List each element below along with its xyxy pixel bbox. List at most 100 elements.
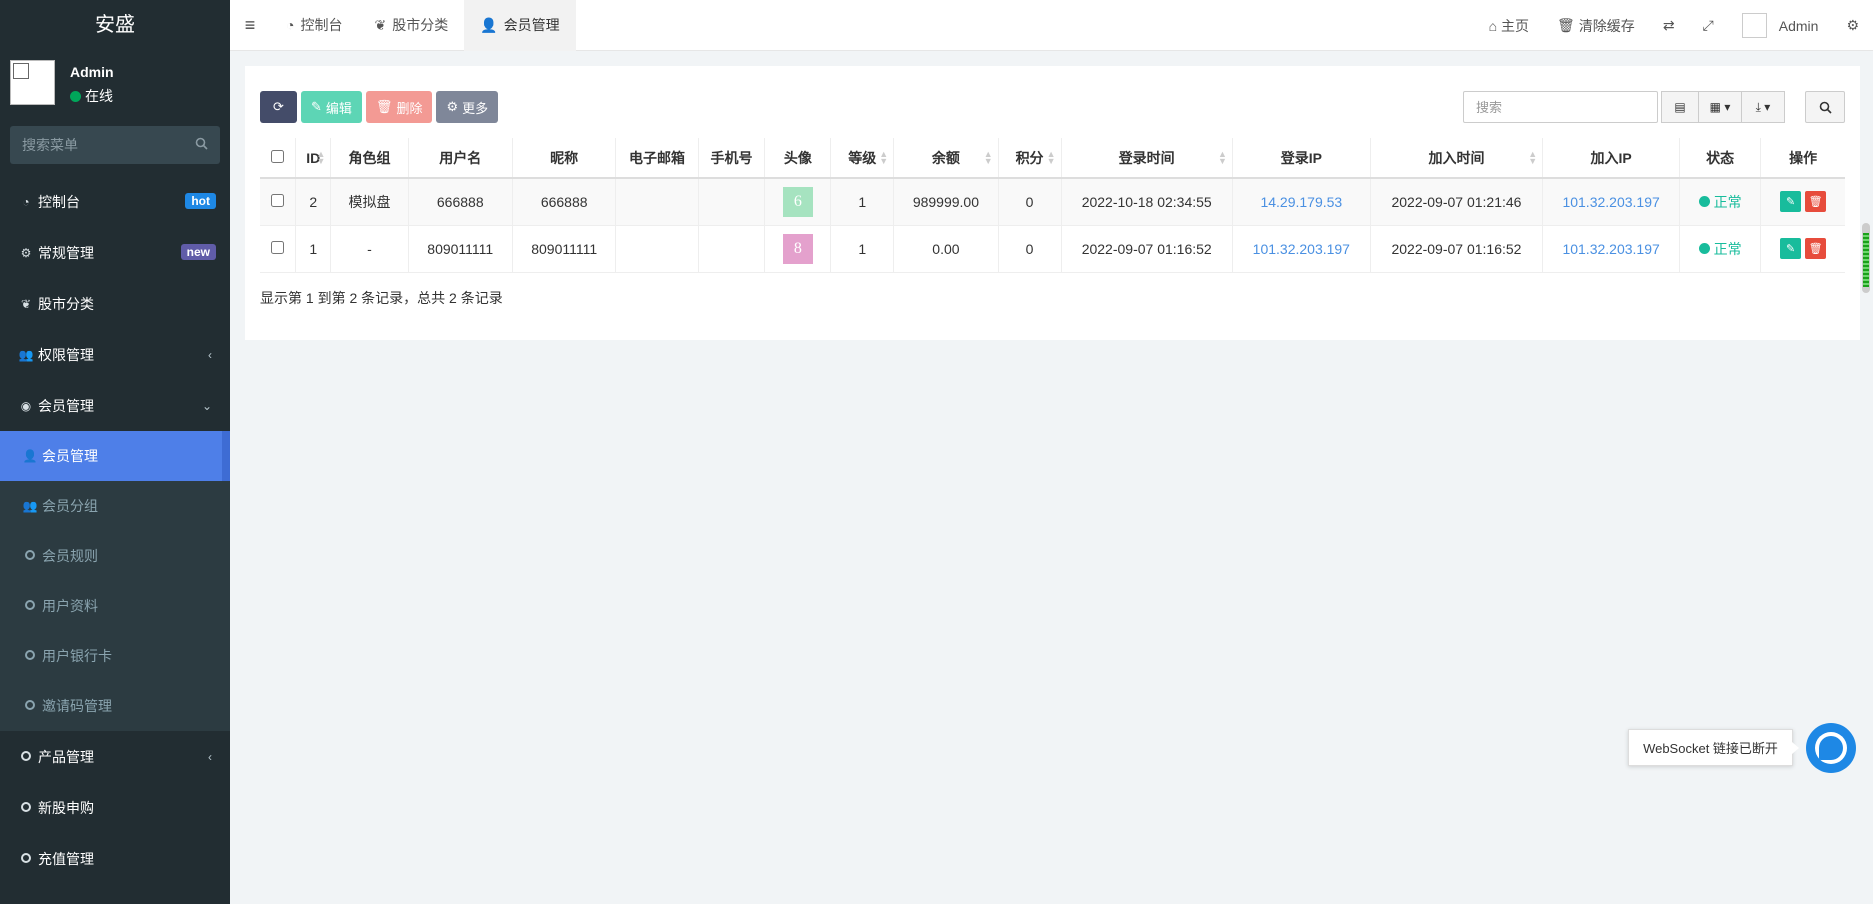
- cell-score: 0: [998, 225, 1062, 273]
- sidebar-item-product[interactable]: 产品管理 ‹: [0, 731, 230, 782]
- chevron-left-icon: ‹: [208, 347, 212, 362]
- user-status: 在线: [70, 86, 113, 106]
- col-header[interactable]: 等级 ▲ ▼: [830, 138, 895, 179]
- refresh-button[interactable]: ⟳: [260, 91, 297, 123]
- select-all-cell: [260, 138, 296, 179]
- status-dot-icon: [1698, 243, 1710, 254]
- export-icon[interactable]: ⤓ ▾: [1741, 91, 1785, 123]
- tab-dashboard[interactable]: ◔ 控制台: [270, 0, 358, 51]
- circle-icon: [18, 852, 34, 866]
- cell-avatar: 8: [764, 225, 832, 273]
- joinip-link[interactable]: 101.32.203.197: [1562, 194, 1659, 210]
- table-search-input[interactable]: [1476, 99, 1645, 115]
- table-search: [1463, 91, 1658, 123]
- sidebar-item-user-profile[interactable]: 用户资料: [0, 581, 230, 631]
- col-header: 加入IP: [1542, 138, 1681, 179]
- sidebar-search-input[interactable]: [22, 137, 172, 153]
- row-checkbox[interactable]: [270, 240, 284, 254]
- status-dot-icon: [1698, 196, 1710, 208]
- columns-icon[interactable]: ▦ ▾: [1698, 91, 1742, 123]
- sidebar-item-member-manage[interactable]: 👤 会员管理: [0, 431, 230, 481]
- avatar[interactable]: 8: [782, 233, 813, 264]
- clear-cache-button[interactable]: 🗑 清除缓存: [1543, 0, 1649, 51]
- sidebar-item-label: 常规管理: [38, 244, 94, 261]
- sidebar-item-user-bankcard[interactable]: 用户银行卡: [0, 631, 230, 681]
- trash-icon: 🗑: [1557, 17, 1575, 33]
- sidebar-item-dashboard[interactable]: ◔ 控制台 hot: [0, 176, 230, 227]
- clear-cache-label: 清除缓存: [1578, 17, 1635, 34]
- tab-label: 控制台: [300, 17, 343, 33]
- cell-logintime: 2022-09-07 01:16:52: [1061, 225, 1233, 273]
- page-scrollbar[interactable]: [1862, 223, 1870, 293]
- table-row[interactable]: 2 模拟盘 666888 666888 6 1 989999.00 0 2022…: [260, 178, 1845, 226]
- avatar: [1741, 13, 1767, 38]
- sidebar-item-member-rule[interactable]: 会员规则: [0, 531, 230, 581]
- top-header: ≡ ◔ 控制台 ❦ 股市分类 👤 会员管理 ⌂ 主页 🗑 清除缓存 ⇄ ⤢ Ad…: [230, 0, 1873, 51]
- cell-username: 666888: [408, 178, 513, 226]
- pagination-info: 显示第 1 到第 2 条记录，总共 2 条记录: [260, 290, 503, 306]
- more-button[interactable]: ⚙ 更多: [436, 91, 499, 123]
- toggle-search-icon[interactable]: [1805, 91, 1845, 123]
- select-all-checkbox[interactable]: [270, 149, 284, 163]
- fullscreen-icon[interactable]: ⤢: [1689, 0, 1728, 51]
- admin-menu[interactable]: Admin: [1728, 0, 1833, 51]
- cell-nickname: 666888: [512, 178, 617, 226]
- cell-score: 0: [998, 178, 1062, 226]
- sidebar-item-label: 权限管理: [38, 346, 94, 363]
- delete-button[interactable]: 🗑 删除: [365, 91, 433, 123]
- row-select-cell: [260, 178, 296, 226]
- menu-toggle-icon[interactable]: ≡: [230, 15, 270, 36]
- sidebar-item-label: 股市分类: [38, 295, 94, 312]
- sidebar-item-auth[interactable]: 👥 权限管理 ‹: [0, 329, 230, 380]
- commonsearch-icon[interactable]: ▤: [1661, 91, 1699, 123]
- circle-icon: [18, 801, 34, 815]
- chevron-down-icon: ⌄: [201, 398, 212, 413]
- app-logo[interactable]: 安盛: [0, 0, 230, 50]
- settings-icon[interactable]: ⚙: [1832, 0, 1873, 51]
- loginip-link[interactable]: 101.32.203.197: [1253, 241, 1350, 257]
- col-header[interactable]: 积分 ▲ ▼: [998, 138, 1062, 179]
- col-header[interactable]: ID ▲ ▼: [295, 138, 332, 179]
- header-right: ⌂ 主页 🗑 清除缓存 ⇄ ⤢ Admin ⚙: [1475, 0, 1873, 51]
- cell-jointime: 2022-09-07 01:16:52: [1370, 225, 1544, 273]
- row-edit-button[interactable]: ✎: [1780, 191, 1802, 213]
- joinip-link[interactable]: 101.32.203.197: [1562, 241, 1659, 257]
- table-header-row: ID ▲ ▼ 角色组 用户名 昵称 电子邮箱 手机号 头像 等级 ▲ ▼ 余额 ▲ ▼ 积分…: [260, 138, 1845, 179]
- col-header[interactable]: 登录时间 ▲ ▼: [1061, 138, 1233, 179]
- language-icon[interactable]: ⇄: [1649, 0, 1689, 51]
- row-checkbox[interactable]: [270, 193, 284, 207]
- col-header[interactable]: 余额 ▲ ▼: [893, 138, 999, 179]
- sidebar-item-member[interactable]: ◉ 会员管理 ⌄: [0, 380, 230, 431]
- user-icon: 👤: [480, 16, 498, 33]
- sidebar-item-general[interactable]: ⚙ 常规管理 new: [0, 227, 230, 278]
- toolbar: ⟳ ✎ 编辑 🗑 删除 ⚙ 更多: [260, 91, 499, 123]
- loginip-link[interactable]: 14.29.179.53: [1260, 194, 1342, 210]
- edit-button[interactable]: ✎ 编辑: [301, 91, 362, 123]
- tab-label: 会员管理: [503, 17, 560, 33]
- col-header: 角色组: [330, 138, 409, 179]
- sidebar-item-invite-code[interactable]: 邀请码管理: [0, 681, 230, 731]
- cell-logintime: 2022-10-18 02:34:55: [1061, 178, 1233, 226]
- hot-badge: hot: [185, 193, 216, 209]
- search-icon[interactable]: [195, 137, 208, 153]
- tab-stock-category[interactable]: ❦ 股市分类: [358, 0, 464, 51]
- col-header[interactable]: 加入时间 ▲ ▼: [1370, 138, 1544, 179]
- avatar[interactable]: 6: [782, 186, 813, 217]
- cell-mobile: [698, 225, 766, 273]
- tab-member-manage[interactable]: 👤 会员管理: [464, 0, 576, 51]
- users-icon: 👥: [18, 347, 34, 362]
- status-badge[interactable]: 正常: [1698, 192, 1742, 212]
- table-row[interactable]: 1 - 809011111 809011111 8 1 0.00 0 2022-…: [260, 225, 1845, 273]
- sidebar-item-ipo[interactable]: 新股申购: [0, 782, 230, 833]
- sidebar-item-stock-category[interactable]: ❦ 股市分类: [0, 278, 230, 329]
- sidebar-item-member-group[interactable]: 👥 会员分组: [0, 481, 230, 531]
- sidebar-item-label: 邀请码管理: [42, 698, 112, 714]
- row-delete-button[interactable]: 🗑: [1805, 191, 1827, 213]
- status-badge[interactable]: 正常: [1698, 239, 1742, 259]
- row-delete-button[interactable]: 🗑: [1805, 238, 1827, 259]
- cell-level: 1: [830, 178, 895, 226]
- row-edit-button[interactable]: ✎: [1780, 238, 1802, 259]
- sidebar-item-recharge[interactable]: 充值管理: [0, 833, 230, 884]
- chat-bubble-icon[interactable]: [1806, 723, 1856, 773]
- home-link[interactable]: ⌂ 主页: [1475, 0, 1543, 51]
